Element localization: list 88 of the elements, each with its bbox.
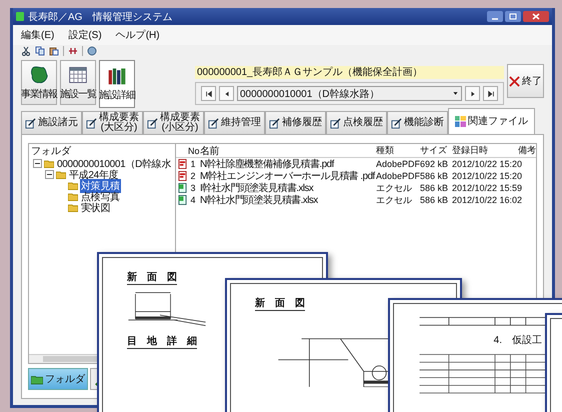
menu-item[interactable]: ヘルプ(H) — [116, 28, 160, 42]
map-icon — [29, 64, 49, 84]
collapse-toggle[interactable] — [33, 159, 42, 168]
cross-icon — [509, 76, 520, 86]
pdf-file-icon — [178, 159, 186, 169]
nav-button[interactable]: 施設詳細 — [99, 60, 135, 108]
last-icon — [486, 90, 495, 98]
nav-button[interactable]: 施設一覧 — [60, 60, 96, 105]
column-header[interactable]: 種類 — [376, 144, 420, 157]
tab[interactable]: 点検履歴 — [326, 111, 387, 134]
edit-icon — [269, 118, 280, 128]
tree-item[interactable]: 対策見積 — [80, 178, 121, 192]
table-cell-text: エクセル — [376, 182, 413, 194]
file-name[interactable]: I幹社水門頭塗装見積書.xlsx — [198, 181, 376, 195]
table-cell-text: 1 — [189, 159, 196, 169]
table-cell-text: 3 — [189, 183, 196, 193]
collapse-toggle[interactable] — [45, 170, 54, 179]
table-cell-text: エクセル — [376, 194, 413, 206]
tab[interactable]: 構成要素 (小区分) — [143, 111, 204, 134]
table-cell-text: 586 kB — [420, 195, 450, 205]
column-header[interactable]: 名前 — [198, 144, 376, 158]
tree-item[interactable]: 実状図 — [80, 200, 112, 214]
left-triangle-icon — [222, 90, 230, 98]
calendar-icon — [68, 64, 88, 84]
app-icon — [16, 12, 24, 21]
tab[interactable]: 関連ファイル — [448, 108, 535, 134]
menu-item[interactable]: 編集(E) — [21, 28, 54, 42]
project-title: 000000001_長寿郎ＡＧサンプル（機能保全計画） — [195, 66, 504, 79]
close-button[interactable] — [523, 11, 549, 22]
table-cell-text: 586 kB — [420, 183, 450, 193]
table-cell-text: 586 kB — [420, 171, 450, 181]
nav-button[interactable]: 事業情報 — [21, 60, 57, 105]
tab[interactable]: 維持管理 — [204, 111, 265, 134]
previous-button[interactable] — [219, 86, 234, 101]
table-cell: AdobePDF — [376, 159, 420, 169]
table-cell-text: 2 — [189, 171, 196, 181]
globe-icon[interactable] — [87, 46, 97, 56]
folder-icon — [31, 374, 43, 384]
facility-dropdown[interactable]: 0000000010001（D幹線水路） — [237, 86, 462, 101]
tab[interactable]: 構成要素 (大区分) — [82, 111, 143, 134]
tab[interactable]: 補修履歴 — [265, 111, 326, 134]
tree-item[interactable]: 点検写真 — [80, 190, 121, 204]
right-triangle-icon — [468, 90, 477, 98]
edit-icon — [25, 118, 36, 128]
drawing-title: 新 面 図 — [255, 296, 305, 311]
copy-icon[interactable] — [35, 46, 45, 56]
first-button[interactable] — [201, 86, 216, 101]
last-button[interactable] — [483, 86, 498, 101]
edit-icon — [147, 118, 158, 128]
books-icon — [107, 66, 127, 86]
table-cell-text: 692 kB — [420, 159, 450, 169]
folder-tree-title: フォルダ — [30, 145, 72, 158]
edit-icon — [208, 118, 219, 128]
exit-button[interactable]: 終了 — [507, 64, 544, 98]
column-header[interactable]: サイズ — [420, 144, 452, 157]
drawing-title: 新 面 図 — [127, 270, 177, 285]
tree-item[interactable]: 平成24年度 — [68, 168, 120, 182]
menu-item[interactable]: 設定(S) — [68, 28, 102, 42]
tiles-icon — [455, 116, 466, 127]
edit-icon — [391, 118, 402, 128]
table-cell: AdobePDF — [376, 171, 420, 181]
drawing-title: 目 地 詳 細 — [127, 334, 197, 349]
tab[interactable]: 施設諸元 — [21, 111, 82, 134]
caret-icon — [452, 90, 460, 97]
table-cell-text: 4 — [189, 195, 196, 205]
paste-icon[interactable] — [49, 46, 59, 56]
column-header[interactable]: 登録日時 — [452, 144, 518, 157]
column-header[interactable]: No — [188, 146, 198, 156]
spreadsheet-file-icon — [178, 195, 186, 205]
file-name[interactable]: M幹社エンジンオーバーホール見積書 .pdf — [198, 169, 376, 183]
file-name[interactable]: N幹社除塵機整備補修見積書.pdf — [198, 157, 376, 171]
tree-item[interactable]: 0000000010001（D幹線水 — [56, 156, 172, 170]
column-header[interactable]: 備考 — [518, 144, 536, 157]
next-button[interactable] — [465, 86, 480, 101]
section-title: 4. 仮設工 — [494, 334, 542, 347]
spreadsheet-file-icon — [178, 183, 186, 193]
pdf-file-icon — [178, 171, 186, 181]
first-icon — [204, 90, 212, 98]
file-name[interactable]: N幹社水門頭塗装見積書.xlsx — [198, 193, 376, 207]
folder-button[interactable]: フォルダ — [28, 368, 88, 390]
tab[interactable]: 機能診断 — [387, 111, 448, 134]
scissors-icon[interactable] — [21, 46, 31, 56]
maximize-button[interactable] — [505, 11, 521, 22]
edit-icon — [330, 118, 341, 128]
window-title: 長寿郎／AG 情報管理システム — [28, 10, 174, 24]
minimize-button[interactable] — [487, 11, 503, 22]
edit-icon — [86, 118, 97, 128]
split-icon[interactable] — [68, 46, 78, 56]
